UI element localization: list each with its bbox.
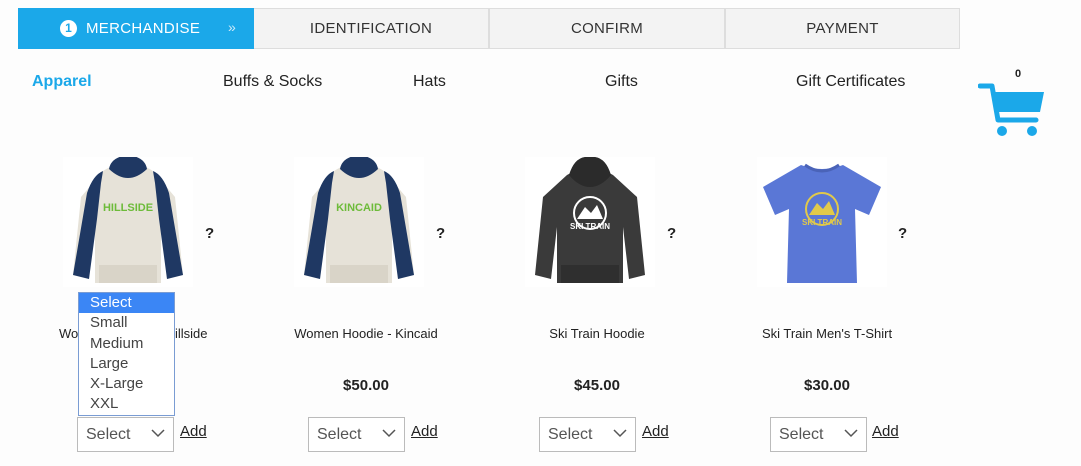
category-apparel[interactable]: Apparel	[32, 73, 92, 91]
product-logo: SKI TRAIN	[570, 222, 610, 231]
size-select[interactable]: Select	[77, 417, 174, 452]
step-label: CONFIRM	[570, 20, 644, 37]
cart-icon[interactable]	[977, 80, 1048, 140]
checkout-steps: 1 MERCHANDISE » IDENTIFICATION CONFIRM P…	[18, 8, 960, 49]
help-icon[interactable]: ?	[898, 225, 907, 242]
size-select-value: Select	[86, 426, 131, 443]
product-card: KINCAID ? Women Hoodie - Kincaid $50.00 …	[251, 155, 481, 455]
help-icon[interactable]: ?	[436, 225, 445, 242]
step-number-badge: 1	[60, 20, 77, 37]
page: 1 MERCHANDISE » IDENTIFICATION CONFIRM P…	[0, 0, 1081, 466]
product-name-start: Wo	[59, 326, 79, 341]
help-icon[interactable]: ?	[667, 225, 676, 242]
chevron-down-icon	[613, 429, 627, 438]
category-buffs-socks[interactable]: Buffs & Socks	[223, 73, 322, 91]
chevron-down-icon	[382, 429, 396, 438]
dropdown-option[interactable]: Select	[79, 293, 174, 314]
step-merchandise[interactable]: 1 MERCHANDISE »	[18, 8, 282, 49]
double-chevron-icon: »	[228, 19, 236, 35]
dropdown-option[interactable]: Large	[79, 354, 174, 374]
step-label: IDENTIFICATION	[309, 20, 433, 37]
add-to-cart-link[interactable]: Add	[872, 423, 899, 440]
product-name: Women Hoodie - Kincaid	[294, 326, 438, 341]
size-select-value: Select	[548, 426, 593, 443]
step-confirm[interactable]: CONFIRM	[489, 8, 725, 49]
step-payment[interactable]: PAYMENT	[725, 8, 960, 49]
category-hats[interactable]: Hats	[413, 73, 446, 91]
dropdown-option[interactable]: X-Large	[79, 374, 174, 394]
product-logo: KINCAID	[336, 202, 382, 214]
dropdown-option[interactable]: Small	[79, 313, 174, 333]
product-image[interactable]: HILLSIDE	[63, 155, 193, 287]
chevron-down-icon	[151, 429, 165, 438]
step-identification[interactable]: IDENTIFICATION	[254, 8, 489, 49]
category-gift-certificates[interactable]: Gift Certificates	[796, 73, 905, 91]
product-logo: SKI TRAIN	[802, 218, 842, 227]
step-label: MERCHANDISE	[86, 20, 201, 37]
size-select-value: Select	[779, 426, 824, 443]
product-name-end: illside	[175, 326, 208, 341]
product-image[interactable]: SKI TRAIN	[525, 156, 655, 287]
add-to-cart-link[interactable]: Add	[180, 423, 207, 440]
add-to-cart-link[interactable]: Add	[411, 423, 438, 440]
size-select[interactable]: Select	[539, 417, 636, 452]
step-label: PAYMENT	[806, 20, 879, 37]
product-image[interactable]: SKI TRAIN	[757, 157, 887, 287]
product-card: SKI TRAIN ? Ski Train Hoodie $45.00 Sele…	[482, 155, 712, 455]
cart-count: 0	[1015, 68, 1022, 80]
product-image[interactable]: KINCAID	[294, 155, 424, 287]
product-card: SKI TRAIN ? Ski Train Men's T-Shirt $30.…	[712, 155, 942, 455]
product-logo: HILLSIDE	[103, 202, 153, 214]
category-gifts[interactable]: Gifts	[605, 73, 638, 91]
size-select-value: Select	[317, 426, 362, 443]
product-name: Ski Train Men's T-Shirt	[761, 326, 893, 341]
size-select[interactable]: Select	[770, 417, 867, 452]
help-icon[interactable]: ?	[205, 225, 214, 242]
dropdown-option[interactable]: Medium	[79, 334, 174, 354]
product-price: $30.00	[804, 377, 850, 394]
dropdown-option[interactable]: XXL	[79, 394, 174, 414]
product-name: Ski Train Hoodie	[549, 326, 645, 341]
product-price: $45.00	[574, 377, 620, 394]
add-to-cart-link[interactable]: Add	[642, 423, 669, 440]
product-price: $50.00	[343, 377, 389, 394]
size-dropdown-list: Select Small Medium Large X-Large XXL	[78, 292, 175, 416]
chevron-down-icon	[844, 429, 858, 438]
size-select[interactable]: Select	[308, 417, 405, 452]
